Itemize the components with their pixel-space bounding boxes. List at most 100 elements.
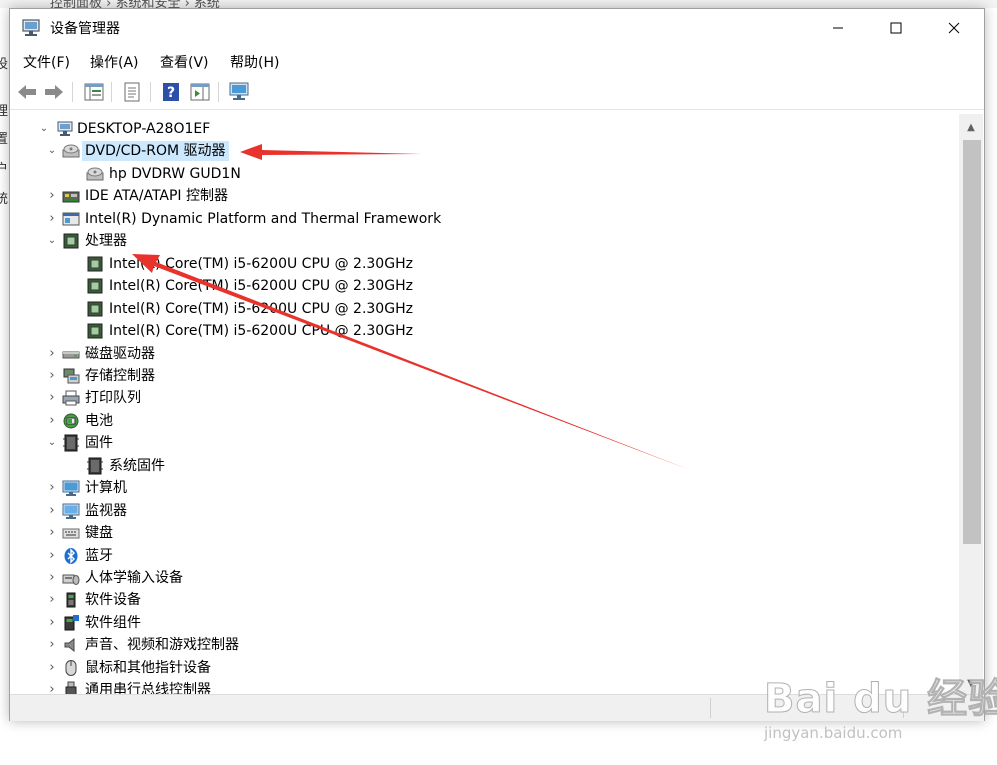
computer-icon xyxy=(62,480,80,497)
window-title: 设备管理器 xyxy=(50,21,120,37)
tree-root[interactable]: ⌄ DESKTOP-A28O1EF xyxy=(12,118,958,140)
device-manager-window: 设备管理器 文件(F) 操作(A) 查看(V) 帮助(H) ? ⌄ DESKTO… xyxy=(9,8,985,721)
device-tree[interactable]: ⌄ DESKTOP-A28O1EF ⌄ DVD/CD-ROM 驱动器 hp DVDR… xyxy=(12,114,958,694)
menu-help[interactable]: 帮助(H) xyxy=(230,52,279,72)
collapse-chevron-icon[interactable]: ⌄ xyxy=(38,122,50,136)
toolbar-separator xyxy=(150,82,151,102)
computer-root-icon xyxy=(57,121,73,136)
tree-category-item[interactable]: › 存储控制器 xyxy=(12,365,958,387)
tree-category-item[interactable]: › 人体学输入设备 xyxy=(12,567,958,589)
tree-category-item[interactable]: ⌄ DVD/CD-ROM 驱动器 xyxy=(12,140,958,162)
properties-button[interactable] xyxy=(121,81,143,103)
tree-category-item[interactable]: › 计算机 xyxy=(12,477,958,499)
tree-device-item[interactable]: 系统固件 xyxy=(12,455,958,477)
tree-item-label: hp DVDRW GUD1N xyxy=(109,165,241,182)
battery-icon xyxy=(63,413,79,429)
help-button[interactable]: ? xyxy=(160,81,182,103)
background-fragment: 统 xyxy=(0,192,9,207)
collapse-chevron-icon[interactable]: ⌄ xyxy=(46,234,58,248)
status-divider xyxy=(710,698,711,718)
tree-item-label: 处理器 xyxy=(85,233,127,250)
expand-chevron-icon[interactable]: › xyxy=(46,391,58,405)
hid-icon xyxy=(62,574,80,585)
tree-category-item[interactable]: › 键盘 xyxy=(12,522,958,544)
tree-category-item[interactable]: › Intel(R) Dynamic Platform and Thermal F… xyxy=(12,208,958,230)
back-button[interactable] xyxy=(16,81,38,103)
tree-category-item[interactable]: ⌄ 处理器 xyxy=(12,230,958,252)
storage-controller-icon xyxy=(63,368,80,384)
tree-category-item[interactable]: › 软件设备 xyxy=(12,589,958,611)
help-icon: ? xyxy=(163,83,179,101)
speaker-icon xyxy=(64,638,75,653)
tree-item-label: 存储控制器 xyxy=(85,367,155,384)
dvd-drive-icon xyxy=(62,144,80,158)
collapse-chevron-icon[interactable]: ⌄ xyxy=(46,436,58,450)
processor-icon xyxy=(87,256,103,272)
tree-category-item[interactable]: ⌄ 固件 xyxy=(12,432,958,454)
action-pane-button[interactable] xyxy=(189,81,211,103)
expand-chevron-icon[interactable]: › xyxy=(46,615,58,630)
tree-item-label: 鼠标和其他指针设备 xyxy=(85,659,211,676)
device-manager-icon xyxy=(22,19,40,36)
expand-chevron-icon[interactable]: › xyxy=(46,189,58,203)
bluetooth-icon xyxy=(64,547,78,564)
title-bar[interactable]: 设备管理器 xyxy=(10,9,984,47)
show-hide-console-tree-button[interactable] xyxy=(83,81,105,103)
tree-item-label: Intel(R) Core(TM) i5-6200U CPU @ 2.30GHz xyxy=(109,323,413,340)
tree-item-label: 电池 xyxy=(85,412,113,429)
toolbar-separator xyxy=(72,82,73,102)
tree-device-item[interactable]: hp DVDRW GUD1N xyxy=(12,163,958,185)
expand-chevron-icon[interactable]: › xyxy=(46,683,58,694)
maximize-button[interactable] xyxy=(867,9,925,47)
tree-item-label: 软件设备 xyxy=(85,592,141,609)
expand-chevron-icon[interactable]: › xyxy=(46,481,58,495)
tree-device-item[interactable]: Intel(R) Core(TM) i5-6200U CPU @ 2.30GHz xyxy=(12,320,958,342)
tree-item-label: 键盘 xyxy=(85,525,113,542)
ide-controller-icon xyxy=(62,191,80,203)
mouse-icon xyxy=(65,659,77,676)
minimize-icon xyxy=(833,27,843,29)
tree-category-item[interactable]: › 声音、视频和游戏控制器 xyxy=(12,634,958,656)
expand-chevron-icon[interactable]: › xyxy=(46,211,58,226)
tree-device-item[interactable]: Intel(R) Core(TM) i5-6200U CPU @ 2.30GHz xyxy=(12,298,958,320)
tree-category-item[interactable]: › 监视器 xyxy=(12,500,958,522)
expand-chevron-icon[interactable]: › xyxy=(46,346,58,361)
tree-item-label: 磁盘驱动器 xyxy=(85,345,155,362)
vertical-scrollbar[interactable]: ▲ ▼ xyxy=(959,114,983,694)
tree-device-item[interactable]: Intel(R) Core(TM) i5-6200U CPU @ 2.30GHz xyxy=(12,275,958,297)
firmware-icon xyxy=(63,434,79,452)
tree-item-label: DVD/CD-ROM 驱动器 xyxy=(82,141,229,162)
tree-device-item[interactable]: Intel(R) Core(TM) i5-6200U CPU @ 2.30GHz xyxy=(12,253,958,275)
tree-item-label: 系统固件 xyxy=(109,457,165,474)
tree-category-item[interactable]: › 电池 xyxy=(12,410,958,432)
menu-file[interactable]: 文件(F) xyxy=(23,52,70,72)
tree-category-item[interactable]: › 磁盘驱动器 xyxy=(12,343,958,365)
collapse-chevron-icon[interactable]: ⌄ xyxy=(46,144,58,158)
dvd-drive-icon xyxy=(86,167,104,181)
expand-chevron-icon[interactable]: › xyxy=(46,548,58,563)
expand-chevron-icon[interactable]: › xyxy=(46,413,58,428)
firmware-icon xyxy=(87,457,103,475)
close-button[interactable] xyxy=(925,9,983,47)
expand-chevron-icon[interactable]: › xyxy=(46,503,58,518)
expand-chevron-icon[interactable]: › xyxy=(46,526,58,540)
menu-view[interactable]: 查看(V) xyxy=(160,52,209,72)
expand-chevron-icon[interactable]: › xyxy=(46,368,58,383)
expand-chevron-icon[interactable]: › xyxy=(46,638,58,652)
expand-chevron-icon[interactable]: › xyxy=(46,660,58,675)
tree-category-item[interactable]: › IDE ATA/ATAPI 控制器 xyxy=(12,185,958,207)
scroll-up-button[interactable]: ▲ xyxy=(959,116,983,138)
menu-action[interactable]: 操作(A) xyxy=(90,52,139,72)
monitor-icon xyxy=(62,503,80,519)
watermark-url: jingyan.baidu.com xyxy=(764,724,903,742)
forward-button[interactable] xyxy=(43,81,65,103)
tree-category-item[interactable]: › 软件组件 xyxy=(12,612,958,634)
keyboard-icon xyxy=(62,528,80,539)
scroll-thumb[interactable] xyxy=(963,140,981,544)
expand-chevron-icon[interactable]: › xyxy=(46,593,58,607)
minimize-button[interactable] xyxy=(809,9,867,47)
expand-chevron-icon[interactable]: › xyxy=(46,571,58,585)
tree-category-item[interactable]: › 蓝牙 xyxy=(12,545,958,567)
tree-category-item[interactable]: › 打印队列 xyxy=(12,387,958,409)
scan-hardware-button[interactable] xyxy=(228,81,250,103)
